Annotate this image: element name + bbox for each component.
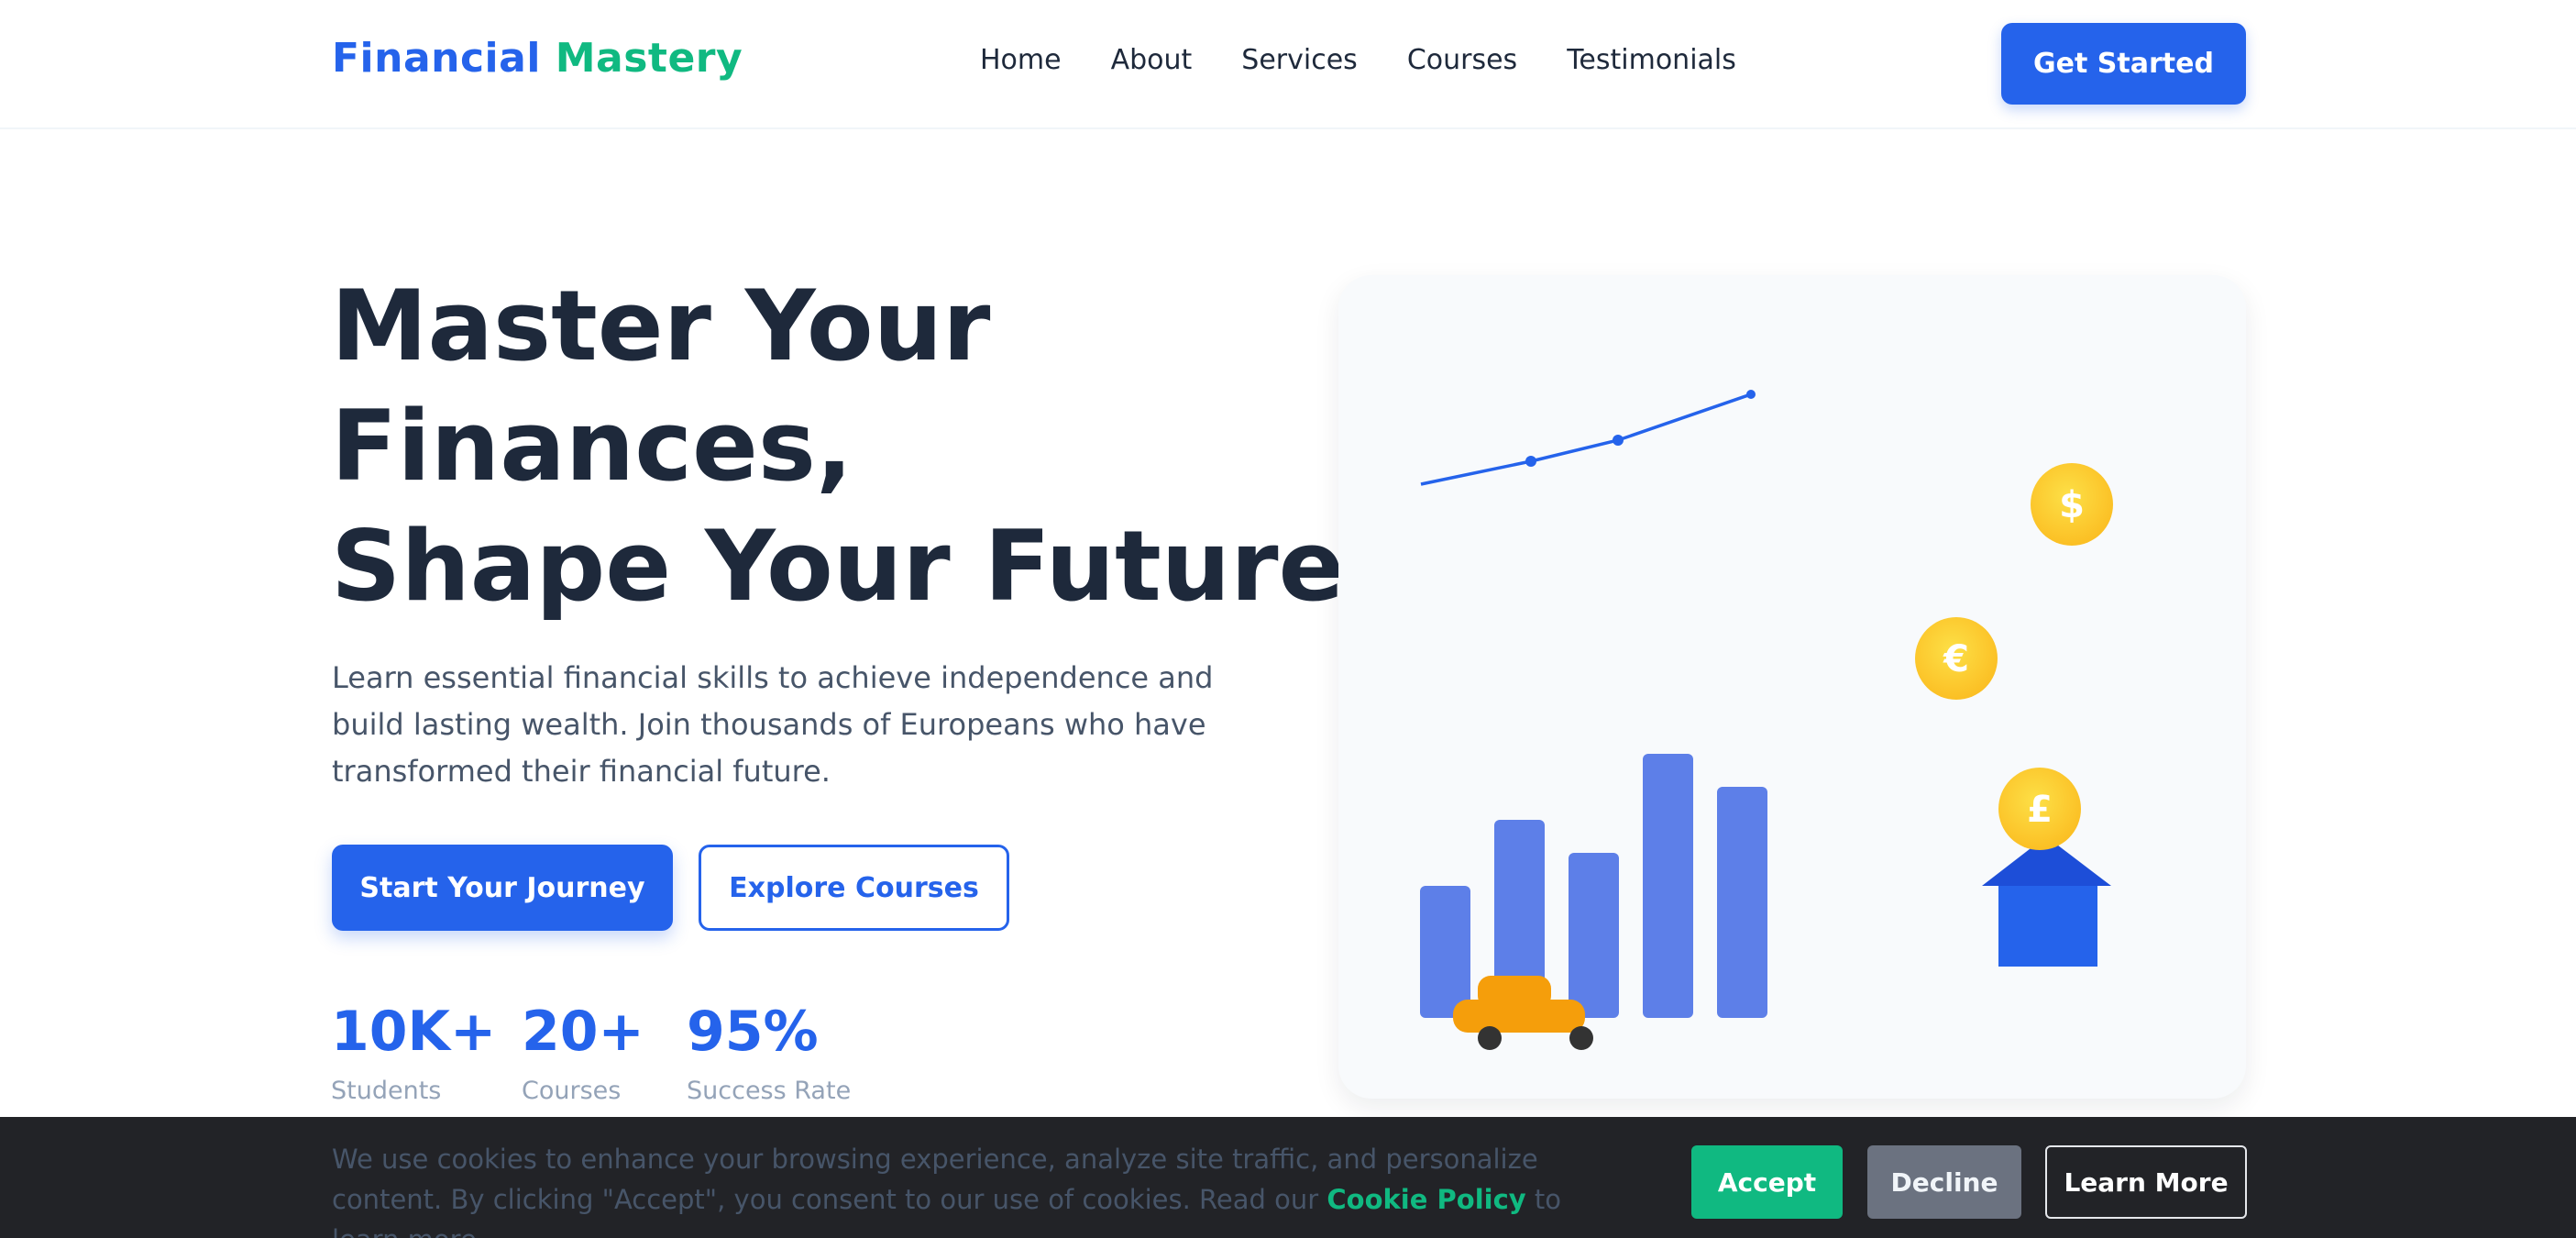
nav-link-home[interactable]: Home [980, 44, 1062, 76]
site-logo[interactable]: Financial Mastery [332, 35, 743, 82]
nav-link-services[interactable]: Services [1241, 44, 1358, 76]
stat-students: 10K+ Students [331, 1000, 496, 1105]
coin-symbol: $ [2059, 484, 2085, 526]
stat-label: Courses [522, 1077, 622, 1105]
start-journey-button[interactable]: Start Your Journey [332, 845, 673, 931]
trend-line-graphic [1420, 390, 1756, 486]
bar-chart-graphic [1420, 754, 1767, 1018]
coin-symbol: £ [2027, 789, 2053, 831]
stat-label: Success Rate [687, 1077, 852, 1105]
navbar: Financial Mastery Home About Services Co… [0, 0, 2576, 129]
coin-symbol: € [1943, 638, 1969, 680]
stat-value: 95% [687, 1000, 819, 1064]
stat-courses: 20+ Courses [522, 1000, 644, 1105]
bar [1643, 754, 1693, 1018]
cookie-message: We use cookies to enhance your browsing … [332, 1139, 1634, 1238]
hero-illustration-card: $ € £ [1338, 275, 2246, 1099]
logo-word-financial: Financial [332, 35, 541, 82]
learn-more-button[interactable]: Learn More [2045, 1145, 2247, 1219]
decline-cookies-button[interactable]: Decline [1867, 1145, 2021, 1219]
hero-title-line-2: Finances, [331, 390, 853, 503]
nav-links: Home About Services Courses Testimonials [980, 44, 1736, 76]
pound-coin-icon: £ [1998, 768, 2081, 850]
house-icon [1982, 836, 2111, 967]
trend-point [1525, 456, 1536, 467]
get-started-button[interactable]: Get Started [2001, 23, 2246, 105]
trend-point [1613, 435, 1624, 446]
accept-cookies-button[interactable]: Accept [1691, 1145, 1843, 1219]
hero-title: Master Your Finances, Shape Your Future [331, 266, 1345, 626]
stat-value: 10K+ [331, 1000, 497, 1064]
trend-point [1746, 390, 1756, 399]
stat-success-rate: 95% Success Rate [687, 1000, 851, 1105]
bar [1420, 886, 1470, 1018]
logo-word-mastery: Mastery [555, 35, 743, 82]
cookie-banner: We use cookies to enhance your browsing … [0, 1117, 2576, 1238]
hero-title-line-1: Master Your [331, 270, 991, 382]
bar [1717, 787, 1767, 1018]
stat-label: Students [331, 1077, 442, 1105]
stat-value: 20+ [522, 1000, 644, 1064]
hero-title-line-3: Shape Your Future [331, 510, 1345, 623]
nav-link-about[interactable]: About [1111, 44, 1193, 76]
bar [1569, 853, 1619, 1018]
nav-link-courses[interactable]: Courses [1407, 44, 1517, 76]
dollar-coin-icon: $ [2031, 463, 2113, 546]
page: Financial Mastery Home About Services Co… [0, 0, 2576, 1238]
explore-courses-button[interactable]: Explore Courses [699, 845, 1009, 931]
euro-coin-icon: € [1915, 617, 1998, 700]
hero-subtitle: Learn essential financial skills to achi… [332, 660, 1214, 789]
cookie-policy-link[interactable]: Cookie Policy [1327, 1184, 1525, 1215]
nav-link-testimonials[interactable]: Testimonials [1567, 44, 1736, 76]
finance-illustration: $ € £ [1420, 390, 2113, 1050]
